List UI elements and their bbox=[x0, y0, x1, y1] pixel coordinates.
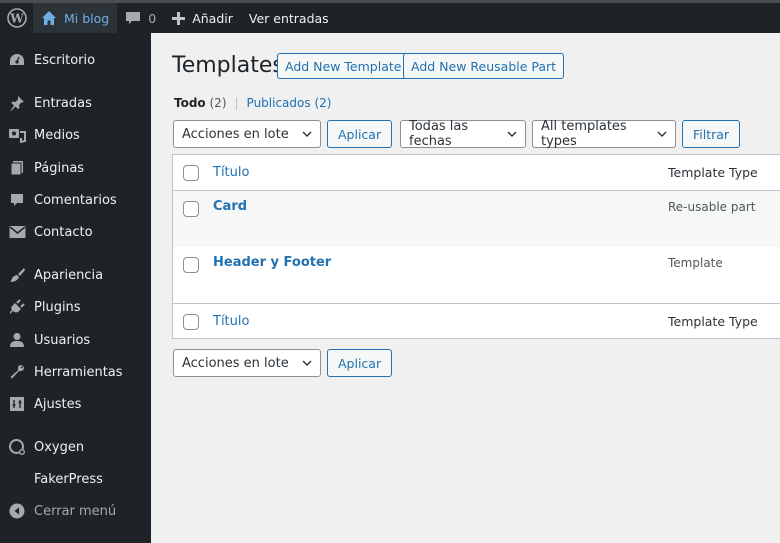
collapse-menu-button[interactable]: Cerrar menú bbox=[0, 496, 151, 526]
home-icon bbox=[41, 10, 57, 26]
chevron-down-icon bbox=[507, 129, 517, 139]
main-content: Templates Add New Template Add New Reusa… bbox=[151, 33, 780, 543]
sidebar-item-herramientas[interactable]: Herramientas bbox=[0, 357, 151, 387]
dashboard-icon bbox=[0, 52, 34, 68]
templates-table: Título Template Type Card Re-usable part… bbox=[172, 154, 780, 339]
sidebar-item-fakerpress[interactable]: FakerPress bbox=[0, 464, 151, 494]
mail-icon bbox=[0, 225, 34, 239]
sidebar-item-oxygen[interactable]: Oxygen bbox=[0, 432, 151, 462]
apply-button-bottom[interactable]: Aplicar bbox=[327, 349, 393, 377]
admin-sidebar: Escritorio Entradas Medios Páginas Comen… bbox=[0, 33, 151, 543]
table-header: Título Template Type bbox=[173, 155, 780, 191]
sidebar-item-entradas[interactable]: Entradas bbox=[0, 88, 151, 118]
sidebar-item-usuarios[interactable]: Usuarios bbox=[0, 325, 151, 355]
admin-bar: W Mi blog 0 Añadir Ver entradas bbox=[0, 3, 780, 33]
view-all[interactable]: Todo (2) bbox=[174, 96, 227, 110]
column-title-header[interactable]: Título bbox=[213, 165, 249, 180]
row-checkbox[interactable] bbox=[183, 257, 199, 273]
new-label: Añadir bbox=[192, 10, 233, 26]
filter-button[interactable]: Filtrar bbox=[682, 120, 741, 148]
select-all-checkbox[interactable] bbox=[183, 165, 199, 181]
view-filters: Todo (2) | Publicados (2) bbox=[174, 96, 331, 110]
plugin-icon bbox=[0, 299, 34, 315]
collapse-icon bbox=[0, 503, 34, 519]
site-name-link[interactable]: Mi blog bbox=[33, 3, 118, 33]
row-template-type: Re-usable part bbox=[668, 200, 756, 214]
dates-filter-select[interactable]: Todas las fechas bbox=[400, 119, 526, 149]
template-types-select[interactable]: All templates types bbox=[532, 119, 676, 149]
table-row: Header y Footer Template bbox=[173, 247, 780, 303]
settings-icon bbox=[0, 396, 34, 412]
sidebar-item-comentarios[interactable]: Comentarios bbox=[0, 185, 151, 215]
sidebar-item-escritorio[interactable]: Escritorio bbox=[0, 45, 151, 75]
page-title: Templates bbox=[172, 53, 284, 78]
view-separator: | bbox=[234, 96, 239, 110]
comment-bubble-icon bbox=[125, 10, 141, 26]
column-type-header: Template Type bbox=[668, 165, 758, 180]
plus-icon bbox=[172, 11, 186, 25]
view-posts-label: Ver entradas bbox=[248, 10, 329, 26]
add-new-reusable-part-button[interactable]: Add New Reusable Part bbox=[403, 53, 565, 79]
oxygen-icon bbox=[0, 438, 34, 456]
chevron-down-icon bbox=[657, 129, 667, 139]
chevron-down-icon bbox=[302, 129, 312, 139]
bulk-actions-select-top[interactable]: Acciones en lote bbox=[173, 120, 321, 148]
comment-icon bbox=[0, 192, 34, 208]
chevron-down-icon bbox=[302, 358, 312, 368]
comments-count: 0 bbox=[148, 10, 157, 26]
sidebar-item-apariencia[interactable]: Apariencia bbox=[0, 260, 151, 290]
row-checkbox[interactable] bbox=[183, 201, 199, 217]
pin-icon bbox=[0, 95, 34, 111]
row-template-type: Template bbox=[668, 256, 723, 270]
comments-link[interactable]: 0 bbox=[117, 3, 164, 33]
brush-icon bbox=[0, 267, 34, 283]
column-title-footer[interactable]: Título bbox=[213, 314, 249, 329]
new-content-menu[interactable]: Añadir bbox=[164, 3, 241, 33]
sidebar-item-contacto[interactable]: Contacto bbox=[0, 217, 151, 247]
view-posts-link[interactable]: Ver entradas bbox=[241, 3, 337, 33]
user-icon bbox=[0, 332, 34, 348]
svg-text:W: W bbox=[9, 12, 24, 26]
bulk-actions-select-bottom[interactable]: Acciones en lote bbox=[173, 349, 321, 377]
view-published[interactable]: Publicados (2) bbox=[247, 96, 332, 110]
select-all-checkbox-footer[interactable] bbox=[183, 314, 199, 330]
media-icon bbox=[0, 127, 34, 143]
wordpress-logo-icon: W bbox=[6, 8, 27, 28]
site-name: Mi blog bbox=[64, 10, 110, 26]
row-title-link[interactable]: Card bbox=[213, 199, 247, 214]
pages-icon bbox=[0, 160, 34, 176]
wordpress-menu[interactable]: W bbox=[0, 3, 33, 33]
add-new-template-button[interactable]: Add New Template bbox=[277, 53, 410, 79]
column-type-footer: Template Type bbox=[668, 314, 758, 329]
sidebar-item-ajustes[interactable]: Ajustes bbox=[0, 389, 151, 419]
row-title-link[interactable]: Header y Footer bbox=[213, 255, 331, 270]
wrench-icon bbox=[0, 364, 34, 380]
apply-button-top[interactable]: Aplicar bbox=[327, 120, 393, 148]
sidebar-item-paginas[interactable]: Páginas bbox=[0, 153, 151, 183]
table-row: Card Re-usable part bbox=[173, 191, 780, 247]
sidebar-item-medios[interactable]: Medios bbox=[0, 120, 151, 150]
table-footer: Título Template Type bbox=[173, 303, 780, 338]
sidebar-item-plugins[interactable]: Plugins bbox=[0, 292, 151, 322]
